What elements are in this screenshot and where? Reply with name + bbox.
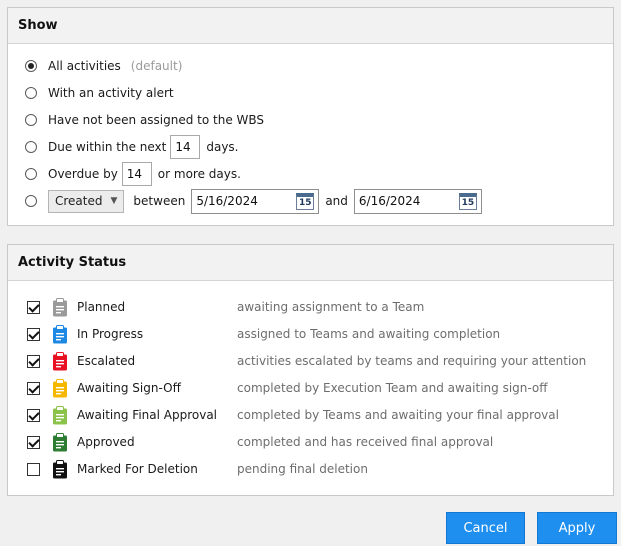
status-label: In Progress [77,327,144,341]
clipboard-icon [53,405,67,424]
start-date-picker[interactable]: 15 [191,188,320,214]
option-label: All activities [48,59,121,73]
cancel-button[interactable]: Cancel [446,512,525,544]
activity-status-header: Activity Status [8,245,613,281]
option-date-range[interactable]: Created ▼ between 15 and 15 [25,188,488,214]
status-row[interactable]: Escalated activities escalated by teams a… [27,350,607,372]
option-due-within[interactable]: Due within the next days. [25,135,239,159]
radio-due-within[interactable] [25,141,37,153]
apply-button[interactable]: Apply [537,512,617,544]
option-suffix: or more days. [157,167,241,181]
calendar-icon[interactable]: 15 [296,192,315,210]
clipboard-icon [53,297,67,316]
status-label: Escalated [77,354,136,368]
between-label: between [133,194,186,208]
and-label: and [325,194,348,208]
status-checkbox[interactable] [27,381,40,395]
status-description: activities escalated by teams and requir… [237,354,587,368]
radio-overdue-by[interactable] [25,168,37,180]
start-date-input[interactable] [196,194,287,208]
option-label: With an activity alert [48,86,174,100]
status-label: Awaiting Final Approval [77,408,218,422]
due-days-input[interactable] [170,135,201,159]
option-activity-alert[interactable]: With an activity alert [25,81,174,105]
status-description: completed by Teams and awaiting your fin… [237,408,559,422]
dropdown-value: Created [55,194,103,208]
option-suffix: days. [206,140,239,154]
status-description: awaiting assignment to a Team [237,300,425,314]
status-row[interactable]: Awaiting Final Approval completed by Team… [27,404,607,426]
status-checkbox[interactable] [27,327,40,341]
radio-date-range[interactable] [25,195,37,207]
option-all-activities[interactable]: All activities (default) [25,54,182,78]
status-row[interactable]: Planned awaiting assignment to a Team [27,296,607,318]
clipboard-icon [53,351,67,370]
status-row[interactable]: In Progress assigned to Teams and awaitin… [27,323,607,345]
show-panel: Show All activities (default) With an ac… [7,7,614,226]
status-description: pending final deletion [237,462,368,476]
clipboard-icon [53,432,67,451]
overdue-days-input[interactable] [121,162,152,186]
clipboard-icon [53,378,67,397]
status-checkbox[interactable] [27,435,40,449]
option-not-assigned-wbs[interactable]: Have not been assigned to the WBS [25,108,264,132]
status-label: Marked For Deletion [77,462,198,476]
activity-status-panel: Activity Status Planned awaiting assignme… [7,244,614,496]
end-date-picker[interactable]: 15 [353,188,482,214]
status-checkbox[interactable] [27,462,40,476]
option-label: Overdue by [48,167,118,181]
clipboard-icon [53,324,67,343]
status-description: completed and has received final approva… [237,435,494,449]
status-row[interactable]: Approved completed and has received final… [27,431,607,453]
option-label: Have not been assigned to the WBS [48,113,265,127]
calendar-icon[interactable]: 15 [458,192,477,210]
chevron-down-icon: ▼ [110,196,118,206]
status-label: Approved [77,435,135,449]
end-date-input[interactable] [358,194,449,208]
radio-all-activities[interactable] [25,60,37,72]
show-header: Show [8,8,613,44]
status-label: Awaiting Sign-Off [77,381,181,395]
option-label: Due within the next [48,140,167,154]
status-row[interactable]: Marked For Deletion pending final deletio… [27,458,607,480]
status-checkbox[interactable] [27,354,40,368]
option-hint: (default) [130,59,183,73]
status-description: completed by Execution Team and awaiting… [237,381,548,395]
radio-not-assigned-wbs[interactable] [25,114,37,126]
radio-activity-alert[interactable] [25,87,37,99]
option-overdue-by[interactable]: Overdue by or more days. [25,162,241,186]
status-row[interactable]: Awaiting Sign-Off completed by Execution … [27,377,607,399]
status-checkbox[interactable] [27,408,40,422]
status-label: Planned [77,300,126,314]
clipboard-icon [53,459,67,478]
date-type-dropdown[interactable]: Created ▼ [48,189,125,213]
status-checkbox[interactable] [27,300,40,314]
status-description: assigned to Teams and awaiting completio… [237,327,501,341]
